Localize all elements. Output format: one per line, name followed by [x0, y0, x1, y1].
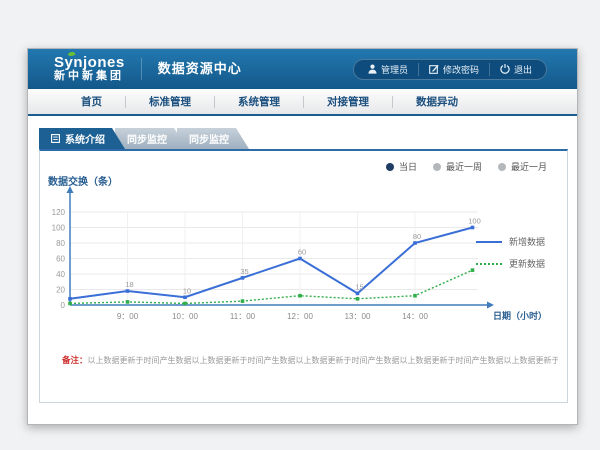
svg-text:10: 10 — [183, 286, 191, 295]
nav-item-data-change[interactable]: 数据异动 — [393, 94, 481, 109]
svg-text:14：00: 14：00 — [402, 312, 428, 321]
time-range-filters: 当日 最近一周 最近一月 — [386, 160, 547, 173]
svg-text:40: 40 — [56, 270, 65, 279]
legend-item-update-data: 更新数据 — [476, 257, 545, 270]
logout-label: 退出 — [514, 63, 532, 76]
logo-company-text: 新中新集团 — [54, 71, 125, 83]
svg-text:100: 100 — [52, 224, 66, 233]
svg-text:80: 80 — [413, 232, 421, 241]
svg-text:日期（小时）: 日期（小时） — [493, 310, 547, 321]
svg-text:60: 60 — [56, 255, 65, 264]
radio-unselected-icon — [433, 163, 441, 171]
svg-text:18: 18 — [125, 280, 133, 289]
svg-text:11：00: 11：00 — [230, 312, 256, 321]
radio-last-month[interactable]: 最近一月 — [498, 160, 547, 173]
svg-text:120: 120 — [52, 208, 66, 217]
svg-text:13：00: 13：00 — [345, 312, 371, 321]
nav-item-interface-mgmt[interactable]: 对接管理 — [304, 94, 392, 109]
tab-sync-monitor-2[interactable]: 同步监控 — [177, 128, 249, 149]
tab-label: 同步监控 — [189, 131, 229, 146]
legend-dotted-line-icon — [476, 263, 502, 265]
svg-text:10：00: 10：00 — [172, 312, 198, 321]
tab-system-intro[interactable]: 系统介绍 — [39, 128, 125, 149]
page-title: 数据资源中心 — [141, 58, 242, 80]
footnote: 备注：以上数据更新于时间产生数据以上数据更新于时间产生数据以上数据更新于时间产生… — [62, 354, 558, 366]
svg-text:35: 35 — [240, 267, 248, 276]
edit-icon — [429, 64, 439, 74]
nav-item-home[interactable]: 首页 — [58, 94, 125, 109]
document-icon — [51, 134, 60, 143]
radio-last-week-label: 最近一周 — [446, 160, 482, 173]
radio-today[interactable]: 当日 — [386, 160, 417, 173]
radio-today-label: 当日 — [399, 160, 417, 173]
logo-brand-text: Synjones — [54, 55, 125, 71]
company-logo: Synjones 新中新集团 — [54, 55, 125, 82]
radio-selected-icon — [386, 163, 394, 171]
tab-label: 同步监控 — [127, 131, 167, 146]
main-nav: 首页 标准管理 系统管理 对接管理 数据异动 — [28, 89, 577, 116]
svg-text:20: 20 — [56, 286, 65, 295]
nav-item-standard-mgmt[interactable]: 标准管理 — [126, 94, 214, 109]
radio-last-month-label: 最近一月 — [511, 160, 547, 173]
chart-legend: 新增数据 更新数据 — [476, 235, 545, 270]
power-icon — [500, 64, 510, 74]
tab-bar: 系统介绍 同步监控 同步监控 — [39, 128, 249, 149]
svg-text:0: 0 — [61, 301, 66, 310]
footnote-text: 以上数据更新于时间产生数据以上数据更新于时间产生数据以上数据更新于时间产生数据以… — [88, 356, 558, 365]
legend-update-data-label: 更新数据 — [509, 257, 545, 270]
svg-text:100: 100 — [468, 217, 481, 226]
svg-text:9：00: 9：00 — [117, 312, 139, 321]
svg-text:12：00: 12：00 — [287, 312, 313, 321]
change-password-label: 修改密码 — [443, 63, 479, 76]
admin-user-label: 管理员 — [381, 63, 408, 76]
svg-text:60: 60 — [298, 248, 306, 257]
footnote-prefix: 备注： — [62, 355, 88, 365]
svg-text:80: 80 — [56, 239, 65, 248]
legend-item-new-data: 新增数据 — [476, 235, 545, 248]
nav-item-system-mgmt[interactable]: 系统管理 — [215, 94, 303, 109]
legend-solid-line-icon — [476, 241, 502, 243]
admin-user-button[interactable]: 管理员 — [358, 63, 418, 76]
app-header: Synjones 新中新集团 数据资源中心 管理员 修改密码 退出 — [28, 49, 577, 89]
tab-label: 系统介绍 — [65, 131, 105, 146]
logout-button[interactable]: 退出 — [489, 63, 542, 76]
tab-sync-monitor-1[interactable]: 同步监控 — [115, 128, 187, 149]
user-toolbar: 管理员 修改密码 退出 — [353, 59, 547, 80]
radio-last-week[interactable]: 最近一周 — [433, 160, 482, 173]
app-window: Synjones 新中新集团 数据资源中心 管理员 修改密码 退出 首页 标准管… — [27, 48, 578, 425]
radio-unselected-icon — [498, 163, 506, 171]
change-password-button[interactable]: 修改密码 — [418, 63, 489, 76]
user-icon — [368, 64, 377, 74]
svg-text:15: 15 — [355, 282, 363, 291]
legend-new-data-label: 新增数据 — [509, 235, 545, 248]
content-panel: 当日 最近一周 最近一月 数据交换（条） 0204060801001209：00… — [39, 149, 568, 403]
